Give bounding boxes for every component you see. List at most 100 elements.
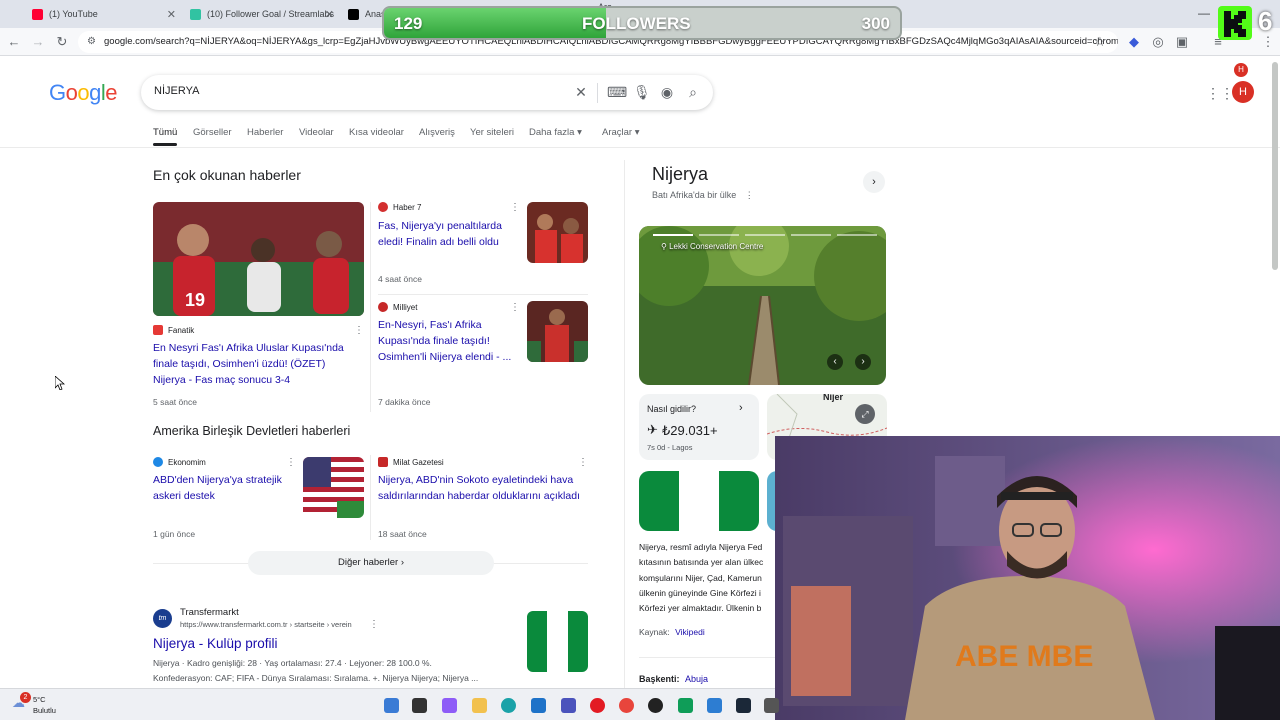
google-logo[interactable]: Google xyxy=(49,80,118,106)
news-source[interactable]: Milliyet xyxy=(378,302,417,312)
tab-youtube[interactable]: (1) YouTube ✕ xyxy=(32,4,182,24)
clear-icon[interactable]: ✕ xyxy=(573,84,589,101)
app-icon[interactable] xyxy=(764,698,779,713)
news-source[interactable]: Milat Gazetesi xyxy=(378,457,444,467)
follower-target: 300 xyxy=(861,14,890,33)
keyboard-icon[interactable]: ⌨ xyxy=(607,84,627,101)
ekonomim-icon xyxy=(153,457,163,467)
top-news-title: En çok okunan haberler xyxy=(153,167,301,183)
result-snippet: Nijerya · Kadro genişliği: 28 · Yaş orta… xyxy=(153,656,523,685)
nigeria-flag[interactable] xyxy=(639,471,759,531)
tab-all[interactable]: Tümü xyxy=(153,127,178,146)
edge-icon[interactable] xyxy=(501,698,516,713)
extensions-puzzle-icon[interactable]: ▣ xyxy=(1174,34,1190,50)
close-icon[interactable]: ✕ xyxy=(167,8,176,21)
capital-link[interactable]: Abuja xyxy=(685,674,708,684)
chrome-icon[interactable] xyxy=(619,698,634,713)
microphone-icon[interactable]: 🎙 xyxy=(633,84,651,101)
store-icon[interactable] xyxy=(531,698,546,713)
expand-icon[interactable]: ⤢ xyxy=(855,404,875,424)
svg-text:ABE MBE: ABE MBE xyxy=(955,640,1093,673)
search-box[interactable]: NİJERYA ✕ ⌨ 🎙 ◉ ⌕ xyxy=(141,75,713,110)
close-icon[interactable]: ✕ xyxy=(325,8,334,21)
more-options-icon[interactable]: ⋮ xyxy=(354,325,364,336)
obs-icon[interactable] xyxy=(648,698,663,713)
tab-more[interactable]: Daha fazla ▾ xyxy=(529,127,582,138)
more-options-icon[interactable]: ⋮ xyxy=(510,302,520,313)
news-headline-link[interactable]: En Nesyri Fas'ı Afrika Uluslar Kupası'nd… xyxy=(153,340,363,388)
headline-line: En-Nesyri, Fas'ı Afrika xyxy=(378,319,482,331)
opera-icon[interactable] xyxy=(590,698,605,713)
profile-avatar[interactable]: H xyxy=(1234,63,1248,77)
lens-camera-icon[interactable]: ◉ xyxy=(659,84,675,101)
travel-card[interactable]: Nasıl gidilir? › ✈ ₺29.031+ 7s 0d - Lago… xyxy=(639,394,759,460)
news-headline-link[interactable]: Nijerya, ABD'nin Sokoto eyaletindeki hav… xyxy=(378,472,590,504)
more-news-label: Diğer haberler xyxy=(337,557,399,568)
news-source[interactable]: Fanatik xyxy=(153,325,194,335)
copilot-icon[interactable] xyxy=(442,698,457,713)
teams-icon[interactable] xyxy=(561,698,576,713)
file-explorer-icon[interactable] xyxy=(472,698,487,713)
avatar[interactable]: H xyxy=(1232,81,1254,103)
headline-line: eledi! Finalin adı belli oldu xyxy=(378,236,499,248)
task-view-icon[interactable] xyxy=(412,698,427,713)
panel-divider xyxy=(639,657,775,658)
chevron-right-icon[interactable]: › xyxy=(855,354,871,370)
tab-places[interactable]: Yer siteleri xyxy=(470,127,514,138)
more-options-icon[interactable]: ⋮ xyxy=(745,190,754,200)
tab-images[interactable]: Görseller xyxy=(193,127,232,138)
tab-shopping[interactable]: Alışveriş xyxy=(419,127,455,138)
more-options-icon[interactable]: ⋮ xyxy=(286,457,296,468)
panel-title: Nijerya xyxy=(652,164,709,184)
news-source[interactable]: Haber 7 xyxy=(378,202,421,212)
chevron-left-icon[interactable]: ‹ xyxy=(827,354,843,370)
news-headline-link[interactable]: Fas, Nijerya'yı penaltılarda eledi! Fina… xyxy=(378,218,518,250)
youtube-icon xyxy=(32,8,43,20)
kick-badge-number: 6 xyxy=(1258,6,1273,36)
panel-next-button[interactable]: › xyxy=(863,171,885,193)
wikipedia-link[interactable]: Vikipedi xyxy=(675,627,705,637)
back-icon[interactable]: ← xyxy=(6,34,22,50)
more-options-icon[interactable]: ⋮ xyxy=(369,619,379,630)
plane-icon: ✈ xyxy=(647,422,658,437)
extension-icon[interactable]: ◎ xyxy=(1150,34,1166,50)
news-image-celebration[interactable] xyxy=(527,202,588,263)
tab-short-videos[interactable]: Kısa videolar xyxy=(349,127,404,138)
news-headline-link[interactable]: En-Nesyri, Fas'ı Afrika Kupası'nda final… xyxy=(378,317,518,365)
news-headline-link[interactable]: ABD'den Nijerya'ya stratejik askeri dest… xyxy=(153,472,298,504)
reload-icon[interactable]: ↻ xyxy=(54,34,70,50)
tab-title: (1) YouTube xyxy=(49,9,98,19)
site-info-icon[interactable]: ⚙ xyxy=(87,31,96,53)
tab-streamlabs[interactable]: (10) Follower Goal / Streamlabs ✕ xyxy=(190,4,340,24)
forward-icon[interactable]: → xyxy=(30,34,46,50)
news-image-players[interactable] xyxy=(527,301,588,362)
follower-label: FOLLOWERS xyxy=(582,14,691,33)
headline-line: saldırılarından haberdar olduklarını açı… xyxy=(378,490,580,502)
more-options-icon[interactable]: ⋮ xyxy=(578,457,588,468)
search-icon[interactable]: ⌕ xyxy=(685,84,701,101)
tab-videos[interactable]: Videolar xyxy=(299,127,334,138)
result-title-link[interactable]: Nijerya - Kulüp profili xyxy=(153,636,278,651)
steam-icon[interactable] xyxy=(736,698,751,713)
headline-line: En Nesyri Fas'ı Afrika Uluslar Kupası'nd… xyxy=(153,342,344,354)
more-options-icon[interactable]: ⋮ xyxy=(510,202,520,213)
app-icon[interactable] xyxy=(707,698,722,713)
bookmark-star-icon[interactable]: ☆ xyxy=(1092,34,1108,50)
result-thumbnail-flag[interactable] xyxy=(527,611,588,672)
more-news-button[interactable]: Diğer haberler › xyxy=(248,551,494,575)
start-icon[interactable] xyxy=(384,698,399,713)
result-site-name: Transfermarkt xyxy=(180,607,239,618)
search-input[interactable]: NİJERYA xyxy=(154,85,199,97)
minimize-icon[interactable]: — xyxy=(1198,6,1210,20)
tab-news[interactable]: Haberler xyxy=(247,127,283,138)
app-icon[interactable] xyxy=(678,698,693,713)
news-source[interactable]: Ekonomim xyxy=(153,457,206,467)
snippet-line: Konfederasyon: CAF; FIFA - Dünya Sıralam… xyxy=(153,672,479,683)
extension-icon[interactable]: ◆ xyxy=(1126,34,1142,50)
tab-tools[interactable]: Araçlar ▾ xyxy=(602,127,640,138)
news-image-us-flag[interactable] xyxy=(303,457,364,518)
news-image-football[interactable]: 19 xyxy=(153,202,364,316)
scrollbar-thumb[interactable] xyxy=(1272,62,1278,270)
result-url[interactable]: https://www.transfermarkt.com.tr › start… xyxy=(180,620,352,629)
headline-line: ABD'den Nijerya'ya stratejik xyxy=(153,474,282,486)
